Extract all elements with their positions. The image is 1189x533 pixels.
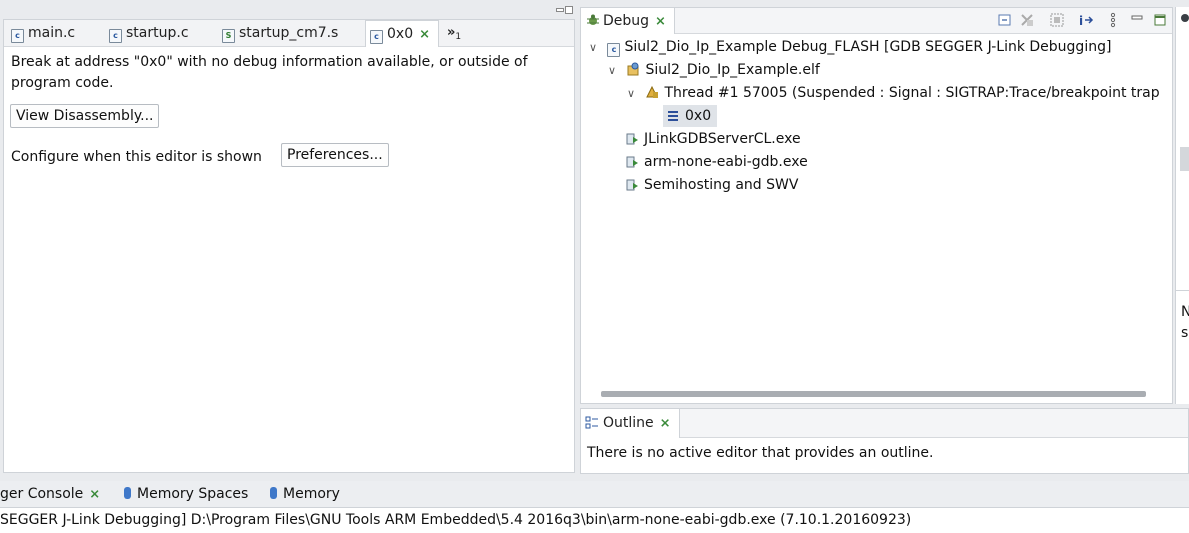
memory-icon	[270, 487, 277, 499]
tree-item-elf[interactable]: ∨ Siul2_Dio_Ip_Example.elf	[606, 59, 820, 81]
chevron-down-icon[interactable]: ∨	[587, 37, 599, 59]
tab-main-c[interactable]: c main.c	[11, 20, 75, 46]
editor-message: Break at address "0x0" with no debug inf…	[11, 54, 528, 91]
svg-text:i: i	[1079, 14, 1083, 28]
editor-minimize-icon[interactable]	[556, 8, 564, 12]
maximize-icon[interactable]	[1152, 12, 1168, 28]
collapse-all-icon[interactable]	[997, 12, 1013, 28]
process-icon	[625, 176, 639, 191]
view-menu-icon[interactable]	[1105, 12, 1121, 28]
console-status-line: SEGGER J-Link Debugging] D:\Program File…	[0, 512, 912, 528]
configure-label: Configure when this editor is shown	[11, 149, 262, 165]
minimize-icon[interactable]	[1129, 12, 1145, 28]
tab-0x0[interactable]: c 0x0 ⨯	[365, 20, 440, 48]
outline-message: There is no active editor that provides …	[587, 445, 934, 461]
bottom-tabbar: ger Console ⨯ Memory Spaces Memory	[0, 481, 1189, 507]
view-disassembly-button[interactable]: View Disassembly...	[10, 104, 160, 128]
c-file-icon: c	[109, 29, 122, 43]
tab-memory[interactable]: Memory	[270, 481, 340, 507]
right-side-panel-edge: N s	[1175, 7, 1189, 404]
process-icon	[625, 130, 639, 145]
close-icon[interactable]: ⨯	[89, 482, 100, 508]
editor-maximize-icon[interactable]	[565, 6, 573, 14]
filter-icon[interactable]	[1049, 12, 1065, 28]
tab-memory-spaces[interactable]: Memory Spaces	[124, 481, 248, 507]
close-icon[interactable]: ⨯	[655, 9, 666, 35]
outline-tabbar: Outline ⨯	[581, 409, 1188, 438]
horizontal-scrollbar[interactable]	[601, 391, 1146, 397]
editor-tabbar: c main.c c startup.c Sstartup_cm7.s c 0x0 ⨯ …	[4, 20, 574, 47]
tab-startup-c[interactable]: c startup.c	[109, 20, 189, 46]
tab-outline[interactable]: Outline ⨯	[581, 409, 680, 438]
launch-config-icon: c	[607, 43, 621, 57]
preferences-button[interactable]: Preferences...	[281, 143, 389, 167]
asm-file-icon: S	[222, 29, 235, 43]
outline-icon	[585, 411, 599, 429]
chevron-down-icon[interactable]: ∨	[606, 60, 618, 82]
tree-item-launch[interactable]: ∨ c Siul2_Dio_Ip_Example Debug_FLASH [GDB…	[587, 36, 1111, 58]
console-panel: SEGGER J-Link Debugging] D:\Program File…	[0, 507, 1189, 533]
stack-frame-icon	[666, 107, 680, 121]
editor-panel: c main.c c startup.c Sstartup_cm7.s c 0x0 ⨯ …	[3, 19, 575, 473]
memory-icon	[124, 487, 131, 499]
right-panel-text-1: N	[1181, 304, 1189, 320]
tab-debugger-console[interactable]: ger Console ⨯	[0, 481, 100, 507]
instruction-stepping-icon[interactable]: i	[1078, 12, 1094, 28]
c-file-icon: c	[370, 30, 383, 44]
tab-overflow[interactable]: »1	[447, 20, 461, 46]
right-panel-text-2: s	[1181, 325, 1189, 341]
remove-terminated-icon[interactable]	[1019, 12, 1035, 28]
thread-suspended-icon	[645, 84, 659, 98]
right-panel-radio-icon[interactable]	[1181, 14, 1189, 22]
debug-panel: Debug ⨯ i ∨ c Siul2_Dio_Ip_Example Debug_F…	[580, 7, 1173, 404]
debug-tabbar: Debug ⨯ i	[581, 8, 1172, 34]
overflow-count: 1	[455, 32, 462, 42]
outline-panel: Outline ⨯ There is no active editor that …	[580, 408, 1189, 474]
right-scrollbar-thumb[interactable]	[1180, 147, 1189, 171]
chevron-down-icon[interactable]: ∨	[625, 83, 637, 105]
tree-item-jlinkgdbserver[interactable]: JLinkGDBServerCL.exe	[625, 128, 801, 150]
tab-startup-cm7-s[interactable]: Sstartup_cm7.s	[222, 20, 338, 46]
debug-bug-icon	[586, 10, 600, 25]
tree-item-thread[interactable]: ∨ Thread #1 57005 (Suspended : Signal : …	[625, 82, 1160, 104]
right-panel-divider	[1176, 290, 1189, 291]
tab-debug[interactable]: Debug ⨯	[581, 8, 675, 34]
tree-item-frame-0x0[interactable]: 0x0	[663, 105, 718, 127]
debug-target-icon	[626, 61, 640, 76]
close-icon[interactable]: ⨯	[419, 22, 430, 48]
c-file-icon: c	[11, 29, 24, 43]
tree-item-semihosting[interactable]: Semihosting and SWV	[625, 174, 798, 196]
process-icon	[625, 153, 639, 168]
close-icon[interactable]: ⨯	[660, 409, 671, 438]
tree-item-gdb[interactable]: arm-none-eabi-gdb.exe	[625, 151, 808, 173]
